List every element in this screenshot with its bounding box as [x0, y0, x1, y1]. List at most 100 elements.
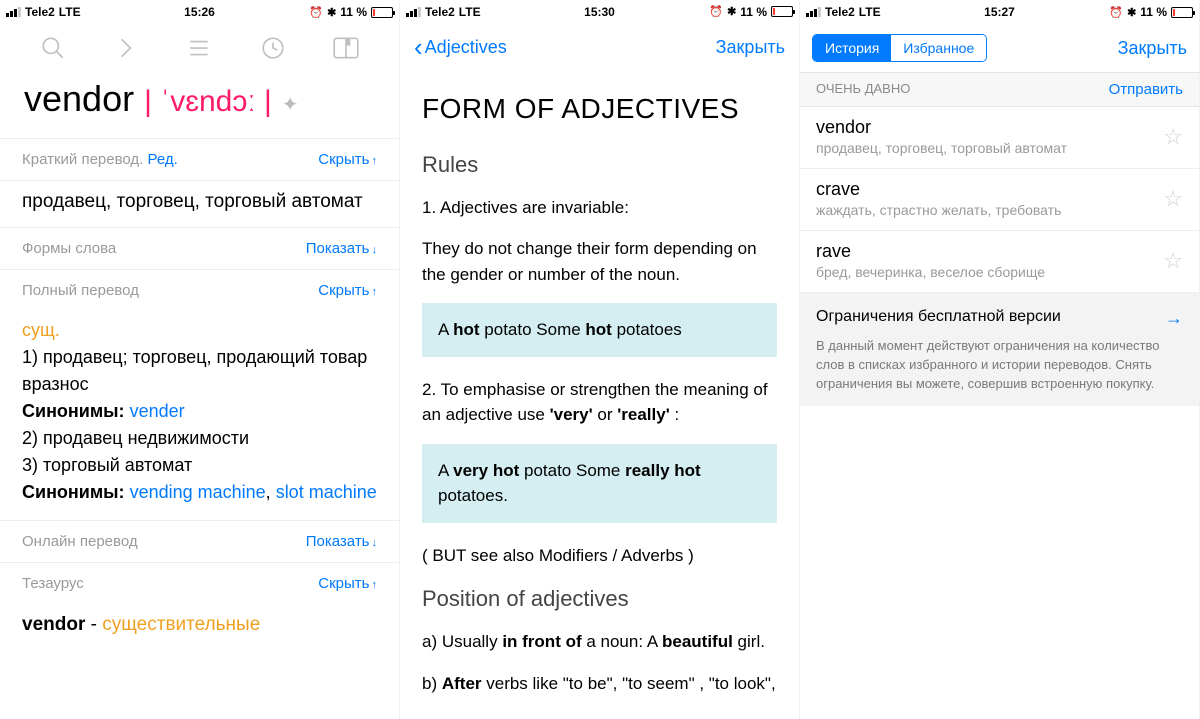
- online-label: Онлайн перевод: [22, 533, 138, 550]
- battery-icon: [1171, 7, 1193, 18]
- article-title: FORM OF ADJECTIVES: [422, 88, 777, 130]
- phonetic: | ˈvɛndɔː |: [144, 85, 272, 119]
- example-box-2: A very hot potato Some really hot potato…: [422, 444, 777, 523]
- synonyms-label-2: Синонимы:: [22, 482, 125, 502]
- battery-icon: [371, 7, 393, 18]
- show-forms-link[interactable]: Показать↓: [306, 240, 377, 257]
- status-bar: Tele2 LTE 15:26 ⏰ ✱ 11 %: [0, 0, 399, 24]
- hide-thesaurus-link[interactable]: Скрыть↑: [318, 575, 377, 592]
- headword: vendor: [24, 78, 134, 120]
- sense-2: 2) продавец недвижимости: [22, 425, 377, 452]
- section-title: ОЧЕНЬ ДАВНО: [816, 81, 910, 98]
- network-label: LTE: [459, 5, 481, 19]
- position-heading: Position of adjectives: [422, 582, 777, 615]
- chevron-left-icon: ‹: [414, 32, 423, 63]
- history-icon[interactable]: [258, 33, 288, 63]
- arrow-right-icon: →: [1165, 305, 1183, 331]
- forms-section: Формы слова Показать↓: [0, 227, 399, 269]
- history-item[interactable]: rave бред, вечеринка, веселое сборище ☆: [800, 231, 1199, 293]
- full-section-head: Полный перевод Скрыть↑: [0, 269, 399, 311]
- rules-heading: Rules: [422, 148, 777, 181]
- history-item-sub: продавец, торговец, торговый автомат: [816, 140, 1067, 156]
- headword-row: vendor | ˈvɛndɔː | ✦: [0, 72, 399, 138]
- thesaurus-label: Тезаурус: [22, 575, 84, 592]
- hide-full-link[interactable]: Скрыть↑: [318, 282, 377, 299]
- back-button[interactable]: ‹Adjectives: [414, 32, 507, 63]
- status-bar: Tele2 LTE 15:27 ⏰ ✱ 11 %: [800, 0, 1199, 24]
- example-box-1: A hot potato Some hot potatoes: [422, 303, 777, 357]
- screen-dictionary-entry: Tele2 LTE 15:26 ⏰ ✱ 11 % vendor | ˈvɛndɔ…: [0, 0, 400, 719]
- tab-favorites[interactable]: Избранное: [891, 35, 986, 61]
- sense-3: 3) торговый автомат: [22, 452, 377, 479]
- history-item-title: vendor: [816, 117, 1067, 138]
- star-icon[interactable]: ☆: [1163, 124, 1183, 150]
- full-label: Полный перевод: [22, 282, 139, 299]
- screen-history: Tele2 LTE 15:27 ⏰ ✱ 11 % История Избранн…: [800, 0, 1200, 719]
- close-button[interactable]: Закрыть: [1118, 38, 1187, 59]
- bluetooth-icon: ✱: [727, 5, 736, 18]
- clock: 15:26: [184, 5, 215, 19]
- star-icon[interactable]: ☆: [1163, 186, 1183, 212]
- brief-label: Краткий перевод.: [22, 151, 143, 168]
- forms-label: Формы слова: [22, 240, 116, 257]
- clock: 15:30: [584, 5, 615, 19]
- carrier-label: Tele2: [825, 5, 855, 19]
- network-label: LTE: [859, 5, 881, 19]
- carrier-label: Tele2: [25, 5, 55, 19]
- show-online-link[interactable]: Показать↓: [306, 533, 377, 550]
- segmented-control: История Избранное: [812, 34, 987, 62]
- back-label: Adjectives: [425, 37, 507, 58]
- note: ( BUT see also Modifiers / Adverbs ): [422, 543, 777, 569]
- rule-1: 1. Adjectives are invariable:: [422, 195, 777, 221]
- screen-grammar-article: Tele2 LTE 15:30 ⏰ ✱ 11 % ‹Adjectives Зак…: [400, 0, 800, 719]
- free-version-limits[interactable]: Ограничения бесплатной версии → В данный…: [800, 293, 1199, 406]
- signal-icon: [6, 7, 21, 17]
- bluetooth-icon: ✱: [1127, 6, 1136, 19]
- signal-icon: [406, 7, 421, 17]
- star-icon[interactable]: ☆: [1163, 248, 1183, 274]
- synonym-vender[interactable]: vender: [130, 401, 185, 421]
- brief-translation: продавец, торговец, торговый автомат: [0, 180, 399, 227]
- menu-icon[interactable]: [184, 33, 214, 63]
- nav-header: ‹Adjectives Закрыть: [400, 24, 799, 72]
- history-item[interactable]: vendor продавец, торговец, торговый авто…: [800, 107, 1199, 169]
- close-button[interactable]: Закрыть: [716, 37, 785, 58]
- history-item[interactable]: crave жаждать, страстно желать, требоват…: [800, 169, 1199, 231]
- edit-link[interactable]: Ред.: [148, 151, 178, 168]
- alarm-icon: ⏰: [309, 6, 323, 19]
- alarm-icon: ⏰: [1109, 6, 1123, 19]
- nav-header: История Избранное Закрыть: [800, 24, 1199, 72]
- synonyms-label: Синонимы:: [22, 401, 125, 421]
- tab-history[interactable]: История: [813, 35, 891, 61]
- brief-section-head: Краткий перевод. Ред. Скрыть↑: [0, 138, 399, 180]
- bluetooth-icon: ✱: [327, 6, 336, 19]
- bookmark-icon[interactable]: [331, 33, 361, 63]
- signal-icon: [806, 7, 821, 17]
- synonym-vending-machine[interactable]: vending machine: [130, 482, 266, 502]
- article-body: FORM OF ADJECTIVES Rules 1. Adjectives a…: [400, 72, 799, 719]
- synonym-slot-machine[interactable]: slot machine: [276, 482, 377, 502]
- full-translation-body: сущ. 1) продавец; торговец, продающий то…: [0, 311, 399, 520]
- speaker-icon[interactable]: ✦: [282, 92, 299, 117]
- forward-icon[interactable]: [111, 33, 141, 63]
- battery-pct: 11 %: [340, 5, 367, 19]
- clock: 15:27: [984, 5, 1015, 19]
- hide-brief-link[interactable]: Скрыть↑: [318, 151, 377, 168]
- limit-title: Ограничения бесплатной версии: [816, 305, 1061, 331]
- status-bar: Tele2 LTE 15:30 ⏰ ✱ 11 %: [400, 0, 799, 24]
- position-a: a) Usually in front of a noun: A beautif…: [422, 629, 777, 655]
- thesaurus-section-head: Тезаурус Скрыть↑: [0, 562, 399, 604]
- send-link[interactable]: Отправить: [1109, 81, 1183, 98]
- position-b: b) After verbs like "to be", "to seem" ,…: [422, 671, 777, 697]
- history-item-title: crave: [816, 179, 1061, 200]
- section-header: ОЧЕНЬ ДАВНО Отправить: [800, 72, 1199, 107]
- sense-1: 1) продавец; торговец, продающий товар в…: [22, 344, 377, 398]
- history-item-title: rave: [816, 241, 1045, 262]
- search-icon[interactable]: [38, 33, 68, 63]
- online-section: Онлайн перевод Показать↓: [0, 520, 399, 562]
- rule-1-desc: They do not change their form depending …: [422, 236, 777, 287]
- rule-2: 2. To emphasise or strengthen the meanin…: [422, 377, 777, 428]
- limit-body: В данный момент действуют ограничения на…: [816, 337, 1183, 394]
- thesaurus-body: vendor - существительные: [0, 604, 399, 646]
- battery-pct: 11 %: [740, 5, 767, 19]
